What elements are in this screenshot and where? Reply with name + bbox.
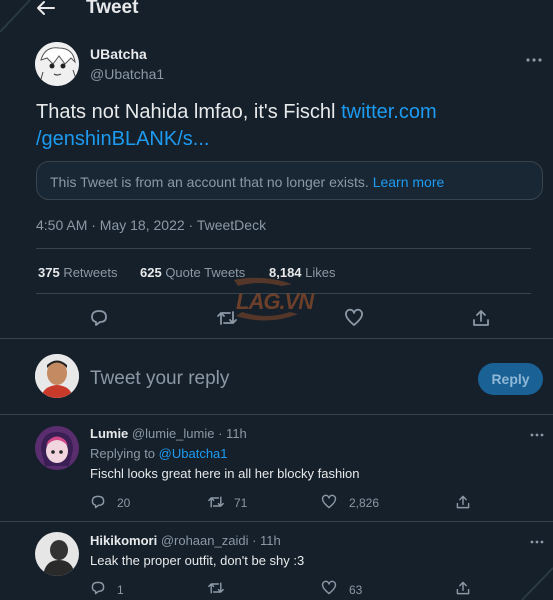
share-icon xyxy=(456,581,470,595)
retweet-icon xyxy=(208,582,224,594)
like-action[interactable]: 2,826 xyxy=(321,494,401,512)
page-title: Tweet xyxy=(86,0,139,18)
author-handle[interactable]: @Ubatcha1 xyxy=(90,66,164,82)
divider xyxy=(0,338,553,339)
reply-count: 20 xyxy=(117,496,131,510)
learn-more-link[interactable]: Learn more xyxy=(373,174,445,190)
author-avatar[interactable] xyxy=(35,42,79,86)
like-count: 63 xyxy=(349,583,363,597)
reply-action[interactable] xyxy=(89,308,109,328)
replying-to-user[interactable]: @Ubatcha1 xyxy=(159,446,228,461)
replying-to: Replying to @Ubatcha1 xyxy=(90,446,228,461)
reply-button[interactable]: Reply xyxy=(478,363,543,395)
share-action[interactable] xyxy=(455,580,471,596)
watermark-text: LAG.VN xyxy=(236,289,314,314)
like-icon xyxy=(321,494,337,509)
retweets-stat[interactable]: 375 Retweets xyxy=(38,265,118,280)
more-options-button[interactable] xyxy=(530,540,544,544)
reply-input[interactable]: Tweet your reply xyxy=(90,368,229,390)
tweet-text: Thats not Nahida lmfao, it's Fischl twit… xyxy=(36,99,516,153)
like-count: 2,826 xyxy=(349,496,380,510)
reply-avatar[interactable] xyxy=(35,532,79,576)
reply-count: 1 xyxy=(117,583,124,597)
watermark-logo: LAG.VN xyxy=(232,276,318,326)
tweet-timestamp[interactable]: 4:50 AM · May 18, 2022 · TweetDeck xyxy=(36,217,266,233)
more-options-button[interactable] xyxy=(530,433,544,437)
share-icon xyxy=(456,495,470,509)
like-action[interactable]: 63 xyxy=(321,580,401,598)
reply-text: Leak the proper outfit, don't be shy :3 xyxy=(90,553,305,568)
more-options-button[interactable] xyxy=(526,58,542,62)
reply-header: Hikikomori @rohaan_zaidi · 11h xyxy=(90,533,281,548)
quotes-stat[interactable]: 625 Quote Tweets xyxy=(140,265,245,280)
retweet-count: 71 xyxy=(234,496,248,510)
quotes-count: 625 xyxy=(140,265,162,280)
more-icon xyxy=(526,58,542,62)
divider xyxy=(0,414,553,415)
reply-time[interactable]: · 11h xyxy=(218,426,247,441)
reply-avatar[interactable] xyxy=(35,426,79,470)
reply-author-name[interactable]: Lumie xyxy=(90,426,128,441)
more-icon xyxy=(530,433,544,437)
share-icon xyxy=(473,310,489,326)
reply-header: Lumie @lumie_lumie · 11h xyxy=(90,426,247,441)
reply-time[interactable]: · 11h xyxy=(252,533,281,548)
tweet-link-part2[interactable]: /genshinBLANK/s... xyxy=(36,128,209,150)
reply-author-handle[interactable]: @lumie_lumie xyxy=(132,426,215,441)
back-arrow-icon xyxy=(37,1,55,15)
divider xyxy=(0,521,553,522)
my-avatar[interactable] xyxy=(35,354,79,398)
reply-action[interactable]: 1 xyxy=(90,580,150,598)
reply-action[interactable]: 20 xyxy=(90,494,150,512)
back-button[interactable] xyxy=(34,0,56,18)
retweet-action[interactable]: 71 xyxy=(207,494,267,512)
like-icon xyxy=(321,580,337,595)
notice-message: This Tweet is from an account that no lo… xyxy=(50,174,373,190)
replying-to-prefix: Replying to xyxy=(90,446,159,461)
notice-text: This Tweet is from an account that no lo… xyxy=(50,174,444,190)
reply-icon xyxy=(91,310,107,326)
retweet-action[interactable] xyxy=(207,580,267,598)
tweet-body: Thats not Nahida lmfao, it's Fischl xyxy=(36,101,342,123)
retweets-label: Retweets xyxy=(59,265,118,280)
like-icon xyxy=(345,308,363,326)
share-action[interactable] xyxy=(471,308,491,328)
reply-author-name[interactable]: Hikikomori xyxy=(90,533,157,548)
tweet-link-part1[interactable]: twitter.com xyxy=(341,101,437,123)
share-action[interactable] xyxy=(455,494,471,510)
reply-icon xyxy=(91,495,105,509)
retweet-icon xyxy=(208,496,224,508)
like-action[interactable] xyxy=(344,308,364,328)
divider xyxy=(36,248,531,249)
author-name[interactable]: UBatcha xyxy=(90,46,147,62)
reply-text: Fischl looks great here in all her block… xyxy=(90,466,360,481)
more-icon xyxy=(530,540,544,544)
retweets-count: 375 xyxy=(38,265,60,280)
reply-icon xyxy=(91,581,105,595)
reply-author-handle[interactable]: @rohaan_zaidi xyxy=(161,533,249,548)
